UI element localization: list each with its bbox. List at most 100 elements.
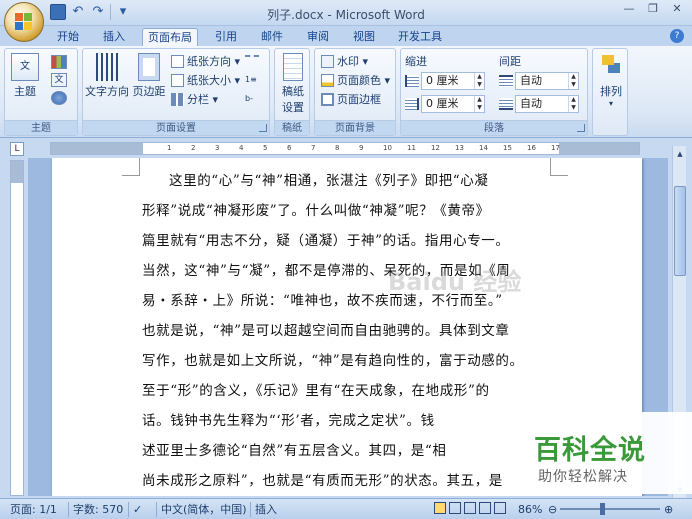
office-logo-icon (15, 13, 33, 31)
indent-left-spinner-icon[interactable]: ▲ ▼ (474, 73, 484, 89)
scroll-up-icon[interactable]: ▲ (674, 148, 686, 160)
text-direction-button[interactable]: 文字方向 (85, 53, 129, 99)
draft-settings-button[interactable]: 稿纸 设置 (277, 53, 309, 115)
close-icon[interactable]: ✕ (666, 2, 688, 18)
maximize-icon[interactable]: ❐ (642, 2, 664, 18)
watermark-button[interactable]: 水印 ▾ (321, 53, 368, 70)
help-icon[interactable]: ? (670, 29, 684, 43)
group-paragraph: 缩进 间距 0 厘米 ▲ ▼ 0 厘米 ▲ ▼ 自动 ▲ ▼ 自动 ▲ ▼ 段落 (400, 48, 588, 136)
zoom-slider[interactable] (560, 508, 660, 510)
ruler-tick-label: 2 (191, 144, 196, 152)
office-button[interactable] (4, 2, 44, 42)
ribbon: 文 主题 文 主题 文字方向 页边距 纸张方向 ▾ 纸张大小 ▾ 分栏 ▾ 1≡… (0, 46, 692, 138)
outline-icon[interactable] (479, 502, 491, 514)
document-line: 写作，也就是如上文所说，“神”是有趋向性的，富于动感的。 (142, 353, 524, 369)
document-line: 篇里就有“用志不分，疑（通凝）于神”的话。指用心专一。 (142, 233, 510, 249)
tab-home[interactable]: 开始 (50, 28, 86, 46)
status-bar: 页面: 1/1 字数: 570 ✓ 中文(简体，中国) 插入 86% ⊖ ⊕ (0, 498, 692, 519)
margins-label: 页边距 (132, 85, 166, 98)
group-page-background: 水印 ▾ 页面颜色 ▾ 页面边框 页面背景 (314, 48, 396, 136)
spacing-after-icon (499, 98, 513, 110)
spacing-before-field[interactable]: 自动 ▲ ▼ (515, 72, 579, 90)
group-page-setup: 文字方向 页边距 纸张方向 ▾ 纸张大小 ▾ 分栏 ▾ 1≡ b- 页面设置 (82, 48, 270, 136)
line-numbers-icon[interactable]: 1≡ (245, 75, 259, 87)
arrange-button[interactable]: 排列 ▾ (595, 53, 627, 108)
watermark-label: 水印 (337, 55, 359, 68)
theme-icon: 文 (11, 53, 39, 81)
size-button[interactable]: 纸张大小 ▾ (171, 72, 240, 89)
arrange-dropdown-icon: ▾ (608, 99, 613, 108)
size-label: 纸张大小 (187, 74, 231, 87)
paragraph-launcher-icon[interactable] (577, 124, 585, 132)
zoom-out-icon[interactable]: ⊖ (548, 502, 557, 517)
columns-button[interactable]: 分栏 ▾ (171, 91, 218, 108)
draft-view-icon[interactable] (494, 502, 506, 514)
status-zoom[interactable]: 86% (518, 502, 542, 517)
status-page[interactable]: 页面: 1/1 (10, 502, 57, 517)
breaks-icon[interactable] (245, 55, 259, 67)
theme-colors-icon[interactable] (51, 55, 67, 69)
window-controls: — ❐ ✕ (618, 2, 688, 18)
margins-icon (138, 53, 160, 81)
status-language[interactable]: 中文(简体，中国) (156, 502, 247, 517)
page-color-label: 页面颜色 (337, 74, 381, 87)
ruler-right-margin (559, 143, 639, 154)
ruler-tick-label: 5 (263, 144, 268, 152)
ruler-row: L 1 2 3 4 5 6 7 8 9 10 11 12 13 14 15 16 17 (0, 139, 692, 157)
proofing-icon[interactable]: ✓ (128, 502, 148, 517)
status-mode[interactable]: 插入 (250, 502, 277, 517)
spacing-after-field[interactable]: 自动 ▲ ▼ (515, 95, 579, 113)
spacing-after-spinner-icon[interactable]: ▲ ▼ (568, 96, 578, 112)
page-color-icon (321, 74, 334, 87)
group-page-background-label: 页面背景 (315, 120, 395, 135)
orientation-button[interactable]: 纸张方向 ▾ (171, 53, 240, 70)
page-border-button[interactable]: 页面边框 (321, 91, 381, 108)
hyphenation-icon[interactable]: b- (245, 94, 259, 106)
text-direction-label: 文字方向 (85, 85, 129, 98)
spacing-before-spinner-icon[interactable]: ▲ ▼ (568, 73, 578, 89)
tab-view[interactable]: 视图 (346, 28, 382, 46)
page-setup-launcher-icon[interactable] (259, 124, 267, 132)
columns-icon (171, 93, 184, 106)
indent-right-icon (405, 98, 419, 110)
zoom-slider-knob[interactable] (600, 503, 605, 515)
ribbon-tabs: 开始 插入 页面布局 引用 邮件 审阅 视图 开发工具 ? (0, 26, 692, 46)
tab-page-layout[interactable]: 页面布局 (142, 28, 198, 46)
zoom-in-icon[interactable]: ⊕ (664, 502, 673, 517)
document-line: 述亚里士多德论“自然”有五层含义。其四，是“相 (142, 443, 447, 459)
baidu-watermark: Baidu 经验 (388, 268, 522, 296)
tab-mailings[interactable]: 邮件 (254, 28, 290, 46)
title-bar: ↶ ↷ ▾ 列子.docx - Microsoft Word — ❐ ✕ (0, 0, 692, 26)
theme-effects-icon[interactable] (51, 91, 67, 105)
margins-button[interactable]: 页边距 (131, 53, 167, 99)
group-paragraph-label: 段落 (401, 120, 587, 135)
tab-insert[interactable]: 插入 (96, 28, 132, 46)
size-icon (171, 74, 184, 87)
tab-developer[interactable]: 开发工具 (392, 28, 448, 46)
theme-fonts-icon[interactable]: 文 (51, 73, 67, 87)
vertical-ruler[interactable] (10, 160, 24, 496)
status-words[interactable]: 字数: 570 (68, 502, 123, 517)
minimize-icon[interactable]: — (618, 2, 640, 18)
ruler-tick-label: 12 (431, 144, 440, 152)
ruler-tick-label: 1 (167, 144, 172, 152)
indent-right-field[interactable]: 0 厘米 ▲ ▼ (421, 95, 485, 113)
group-theme-label: 主题 (5, 120, 77, 135)
web-layout-icon[interactable] (464, 502, 476, 514)
ruler-tick-label: 8 (335, 144, 340, 152)
indent-left-value: 0 厘米 (426, 74, 459, 87)
print-layout-icon[interactable] (434, 502, 446, 514)
spacing-after-value: 自动 (520, 97, 542, 110)
full-screen-icon[interactable] (449, 502, 461, 514)
scroll-thumb[interactable] (674, 186, 686, 276)
indent-left-field[interactable]: 0 厘米 ▲ ▼ (421, 72, 485, 90)
tab-selector-icon[interactable]: L (10, 142, 24, 156)
horizontal-ruler[interactable]: 1 2 3 4 5 6 7 8 9 10 11 12 13 14 15 16 17 (50, 142, 640, 155)
draft-paper-icon (283, 53, 303, 81)
indent-right-spinner-icon[interactable]: ▲ ▼ (474, 96, 484, 112)
ruler-tick-label: 13 (455, 144, 464, 152)
theme-button[interactable]: 文 主题 (9, 53, 41, 99)
tab-review[interactable]: 审阅 (300, 28, 336, 46)
tab-references[interactable]: 引用 (208, 28, 244, 46)
page-color-button[interactable]: 页面颜色 ▾ (321, 72, 390, 89)
